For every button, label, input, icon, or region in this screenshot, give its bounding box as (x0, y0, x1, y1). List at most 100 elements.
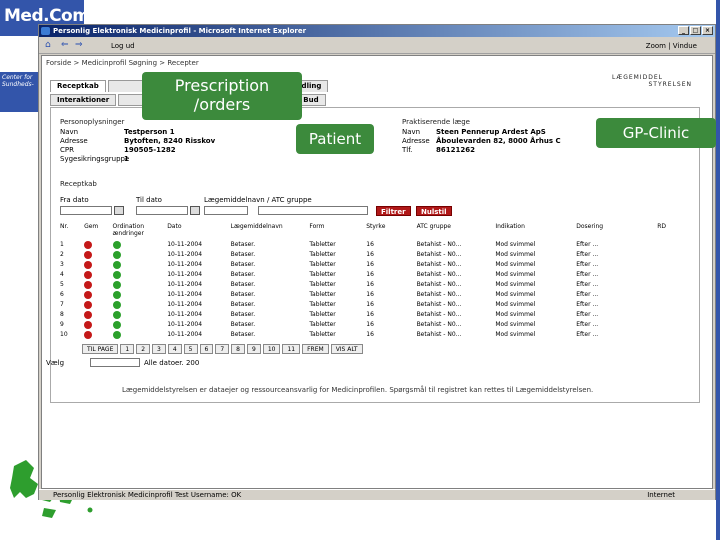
row-gem-cell (84, 310, 112, 320)
from-date-input[interactable] (60, 206, 112, 215)
page-button[interactable]: 10 (262, 344, 281, 354)
red-status-icon[interactable] (84, 270, 93, 279)
atc-group-select[interactable] (258, 206, 368, 215)
row-ordination-cell (112, 320, 168, 330)
green-status-icon[interactable] (112, 280, 121, 289)
row-ordination-cell (112, 250, 168, 260)
table-row[interactable]: 9 10-11-2004 Betaser. Tabletter 16 Betahist -… (60, 320, 690, 330)
reset-button[interactable]: Nulstil (416, 206, 452, 216)
calendar-icon[interactable] (190, 206, 200, 215)
red-status-icon[interactable] (84, 310, 93, 319)
red-status-icon[interactable] (84, 280, 93, 289)
page-button[interactable]: 5 (183, 344, 198, 354)
row-form: Tabletter (309, 301, 336, 308)
row-atc: Betahist - N0... (416, 281, 462, 288)
red-status-icon[interactable] (84, 250, 93, 259)
row-atc: Betahist - N0... (416, 311, 462, 318)
page-button[interactable]: 2 (136, 344, 151, 354)
table-row[interactable]: 5 10-11-2004 Betaser. Tabletter 16 Betahist -… (60, 280, 690, 290)
table-row[interactable]: 3 10-11-2004 Betaser. Tabletter 16 Betahist -… (60, 260, 690, 270)
col-dosage[interactable]: Dosering (576, 222, 657, 240)
page-jump-input[interactable] (90, 358, 140, 367)
row-drug: Betaser. (230, 271, 256, 278)
patient-group-label: Sygesikringsgruppe (60, 155, 130, 163)
agency-logo-line2: STYRELSEN (648, 81, 692, 88)
green-status-icon[interactable] (112, 320, 121, 329)
green-status-icon[interactable] (112, 270, 121, 279)
page-button[interactable]: 4 (167, 344, 182, 354)
row-form: Tabletter (309, 291, 336, 298)
page-button[interactable]: 9 (246, 344, 261, 354)
row-dosage: Efter ... (576, 241, 599, 248)
page-button[interactable]: 3 (152, 344, 166, 354)
row-gem-cell (84, 330, 112, 340)
table-row[interactable]: 7 10-11-2004 Betaser. Tabletter 16 Betahist -… (60, 300, 690, 310)
green-status-icon[interactable] (112, 290, 121, 299)
logout-link[interactable]: Log ud (111, 42, 135, 50)
calendar-icon[interactable] (114, 206, 124, 215)
col-indication[interactable]: Indikation (495, 222, 576, 240)
red-status-icon[interactable] (84, 320, 93, 329)
row-dosage: Efter ... (576, 251, 599, 258)
col-nr[interactable]: Nr. (60, 222, 84, 240)
col-atc[interactable]: ATC gruppe (417, 222, 496, 240)
breadcrumb[interactable]: Forside > Medicinprofil Søgning > Recept… (46, 59, 199, 67)
col-form[interactable]: Form (309, 222, 366, 240)
page-button[interactable]: 6 (199, 344, 214, 354)
subtab-interaktioner[interactable]: Interaktioner (50, 94, 117, 106)
col-date[interactable]: Dato (167, 222, 230, 240)
maximize-button[interactable]: □ (690, 26, 701, 35)
tab-receptkab[interactable]: Receptkab (50, 80, 106, 92)
col-strength[interactable]: Styrke (366, 222, 416, 240)
page-button[interactable]: 11 (282, 344, 301, 354)
browser-toolbar: ⌂ ⇐ ⇒ Log ud Zoom | Vindue (39, 38, 715, 54)
close-button[interactable]: × (702, 26, 713, 35)
drug-name-select[interactable] (204, 206, 248, 215)
green-status-icon[interactable] (112, 300, 121, 309)
red-status-icon[interactable] (84, 300, 93, 309)
browser-window: Personlig Elektronisk Medicinprofil - Mi… (38, 24, 716, 500)
to-date-input[interactable] (136, 206, 188, 215)
filter-button[interactable]: Filtrer (376, 206, 411, 216)
page-button[interactable]: VIS ALT (330, 344, 363, 354)
page-button[interactable]: FREM (302, 344, 329, 354)
red-status-icon[interactable] (84, 330, 93, 339)
table-row[interactable]: 1 10-11-2004 Betaser. Tabletter 16 Betahist -… (60, 240, 690, 250)
table-row[interactable]: 4 10-11-2004 Betaser. Tabletter 16 Betahist -… (60, 270, 690, 280)
page-button[interactable]: 1 (120, 344, 135, 354)
green-status-icon[interactable] (112, 240, 121, 249)
col-gem[interactable]: Gem (84, 222, 112, 240)
red-status-icon[interactable] (84, 290, 93, 299)
row-drug: Betaser. (230, 291, 256, 298)
green-status-icon[interactable] (112, 330, 121, 339)
patient-group-value: 1 (124, 155, 129, 163)
row-ordination-cell (112, 270, 168, 280)
home-icon[interactable]: ⌂ (45, 41, 57, 50)
green-status-icon[interactable] (112, 310, 121, 319)
green-status-icon[interactable] (112, 260, 121, 269)
page-button[interactable]: 8 (231, 344, 245, 354)
clinic-phone-label: Tlf. (402, 146, 413, 154)
green-status-icon[interactable] (112, 250, 121, 259)
col-rd[interactable]: RD (657, 222, 690, 240)
col-ordination[interactable]: Ordination ændringer (113, 222, 168, 240)
clinic-address-row: Adresse Åboulevarden 82, 8000 Århus C (402, 137, 561, 145)
clinic-address-value: Åboulevarden 82, 8000 Århus C (436, 137, 561, 145)
row-atc: Betahist - N0... (416, 261, 462, 268)
back-arrow-icon[interactable]: ⇐ (61, 41, 73, 50)
row-number: 10 (60, 331, 68, 338)
table-row[interactable]: 10 10-11-2004 Betaser. Tabletter 16 Betahist … (60, 330, 690, 340)
page-button[interactable]: TIL PAGE (82, 344, 119, 354)
table-row[interactable]: 2 10-11-2004 Betaser. Tabletter 16 Betahist -… (60, 250, 690, 260)
table-row[interactable]: 8 10-11-2004 Betaser. Tabletter 16 Betahist -… (60, 310, 690, 320)
table-row[interactable]: 6 10-11-2004 Betaser. Tabletter 16 Betahist -… (60, 290, 690, 300)
table-header-row: Nr. Gem Ordination ændringer Dato Lægemi… (60, 222, 690, 240)
page-button[interactable]: 7 (215, 344, 230, 354)
col-drug[interactable]: Lægemiddelnavn (231, 222, 310, 240)
forward-arrow-icon[interactable]: ⇒ (75, 41, 87, 50)
red-status-icon[interactable] (84, 240, 93, 249)
toolbar-right-links[interactable]: Zoom | Vindue (646, 42, 697, 50)
minimize-button[interactable]: _ (678, 26, 689, 35)
row-date: 10-11-2004 (167, 301, 203, 308)
red-status-icon[interactable] (84, 260, 93, 269)
